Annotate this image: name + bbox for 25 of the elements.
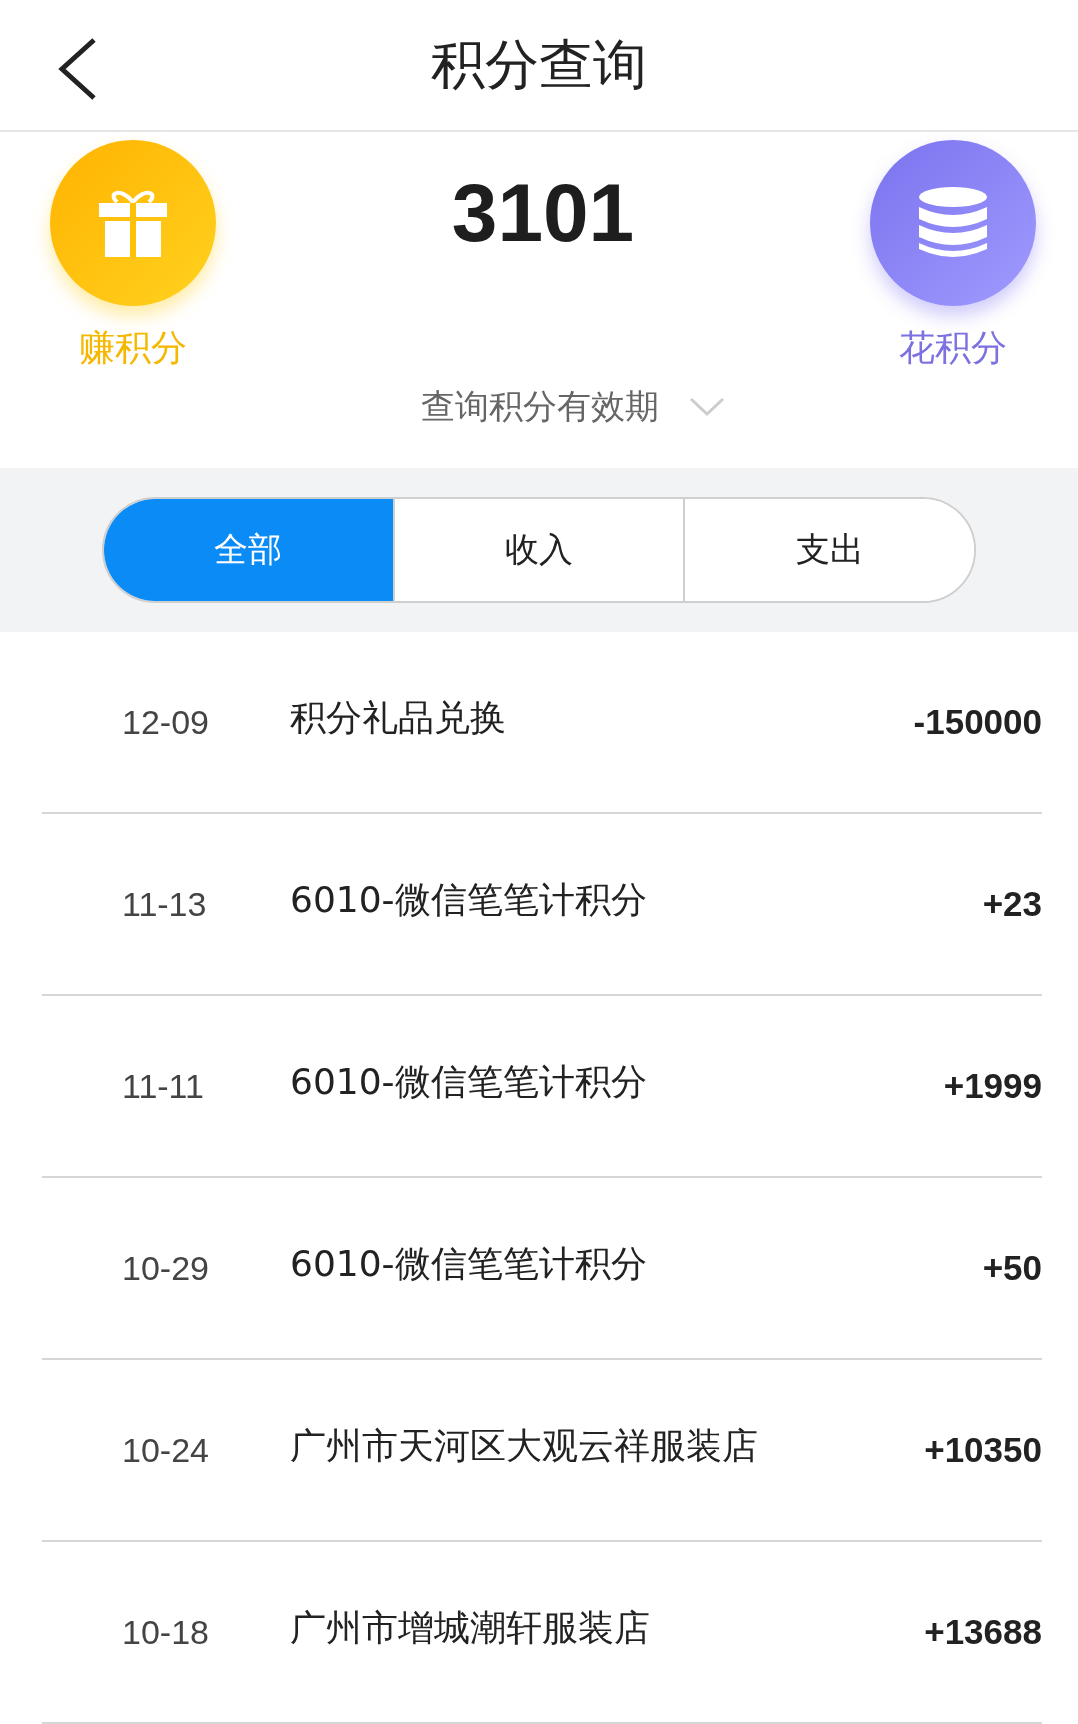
chevron-down-icon bbox=[689, 397, 725, 418]
record-amount: +13688 bbox=[924, 1612, 1042, 1652]
record-description: 积分礼品兑换 bbox=[290, 695, 507, 740]
record-amount: +50 bbox=[982, 1248, 1042, 1288]
record-description: 6010-微信笔笔计积分 bbox=[290, 1241, 648, 1286]
record-amount: +10350 bbox=[924, 1430, 1042, 1470]
record-date: 10-29 bbox=[121, 1248, 210, 1288]
record-date: 10-18 bbox=[121, 1612, 210, 1652]
record-date: 12-09 bbox=[121, 702, 210, 742]
record-description: 6010-微信笔笔计积分 bbox=[290, 877, 648, 922]
record-description: 广州市增城潮轩服装店 bbox=[290, 1605, 651, 1650]
record-date: 10-24 bbox=[121, 1430, 210, 1470]
record-amount: +1999 bbox=[943, 1066, 1042, 1106]
record-date: 11-11 bbox=[121, 1066, 205, 1106]
points-total: 3101 bbox=[451, 166, 635, 261]
filter-tab[interactable]: 支出 bbox=[683, 499, 974, 602]
record-amount: +23 bbox=[982, 884, 1042, 924]
record-description: 广州市天河区大观云祥服装店 bbox=[290, 1423, 759, 1468]
page-title: 积分查询 bbox=[431, 31, 647, 98]
record-date: 11-13 bbox=[121, 884, 208, 924]
expiry-dropdown[interactable]: 查询积分有效期 bbox=[421, 384, 725, 431]
spend-points-label[interactable]: 花积分 bbox=[899, 324, 1007, 374]
filter-tab[interactable]: 全部 bbox=[104, 499, 393, 602]
record-description: 6010-微信笔笔计积分 bbox=[290, 1059, 648, 1104]
record-amount: -150000 bbox=[913, 702, 1042, 742]
